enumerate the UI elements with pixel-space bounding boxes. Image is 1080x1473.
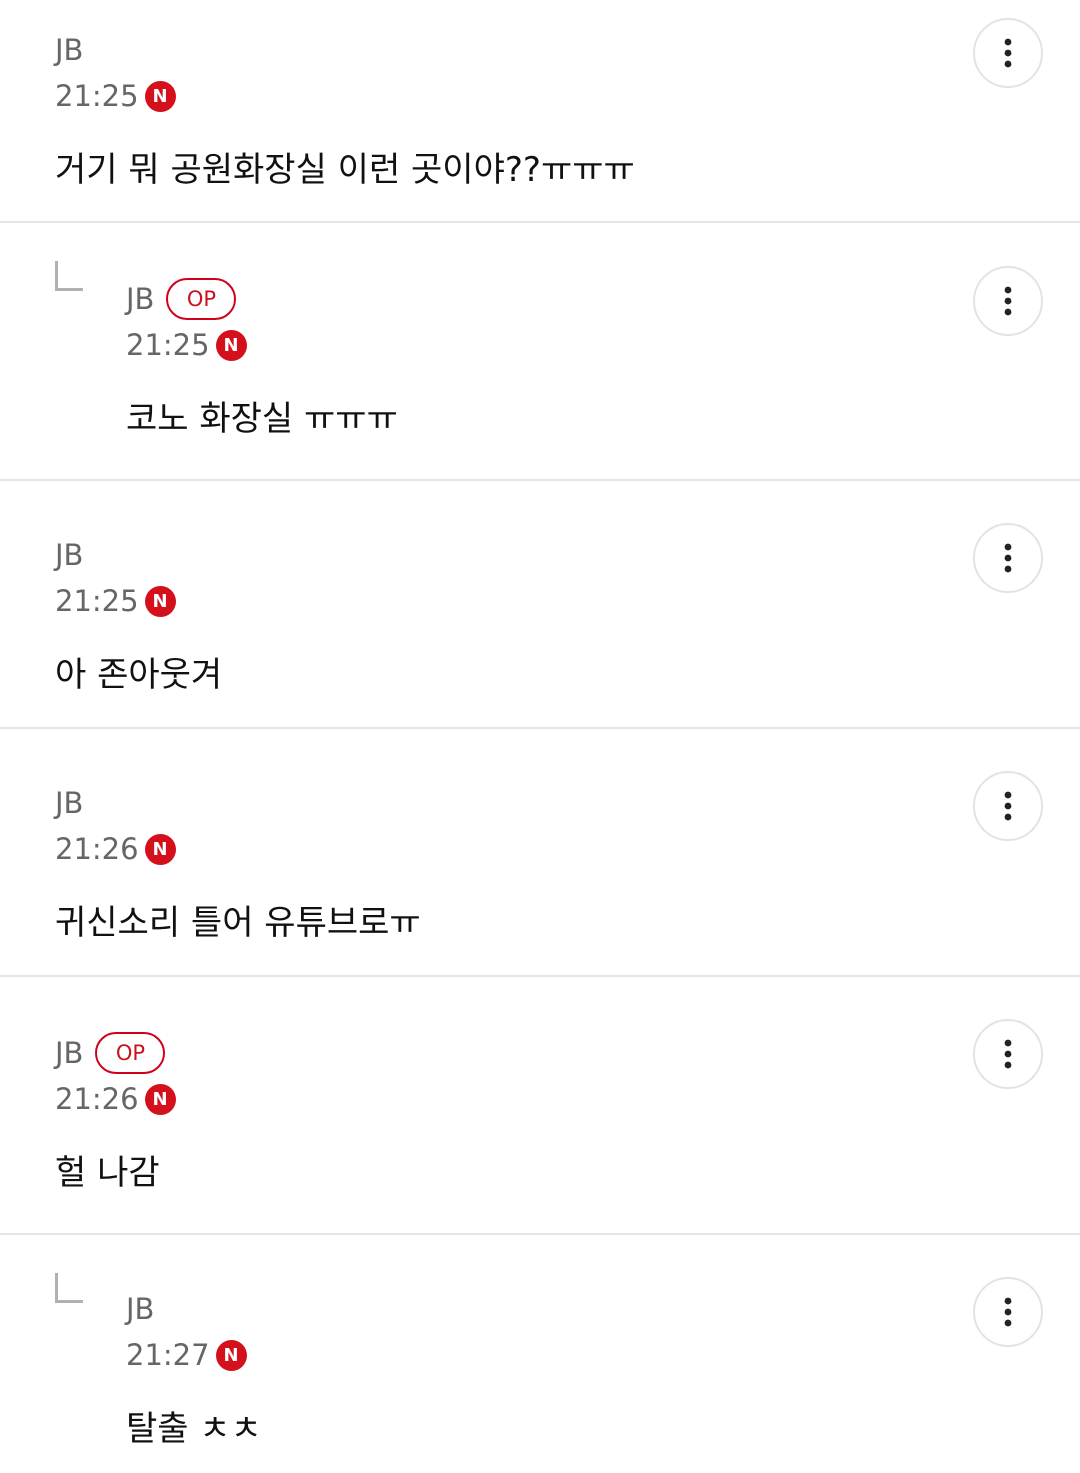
comment-author[interactable]: JB <box>126 279 154 319</box>
comment-text: 귀신소리 틀어 유튜브로ㅠ <box>55 903 421 943</box>
comment-time: 21:26 <box>55 1082 139 1116</box>
comment-time: 21:27 <box>126 1338 210 1372</box>
comment-time: 21:25 <box>55 584 139 618</box>
reply-corner-icon <box>55 261 83 291</box>
op-badge: OP <box>166 278 237 320</box>
more-vertical-icon <box>1004 38 1012 68</box>
reply-comment-item: JB 21:27 N 탈출 ㅊㅊ <box>0 1235 1080 1473</box>
more-options-button[interactable] <box>973 1277 1043 1347</box>
comment-author[interactable]: JB <box>55 1033 83 1073</box>
new-badge-icon: N <box>144 80 176 112</box>
comment-text: 거기 뭐 공원화장실 이런 곳이야??ㅠㅠㅠ <box>55 150 635 190</box>
more-vertical-icon <box>1004 1297 1012 1327</box>
new-badge-icon: N <box>144 585 176 617</box>
author-row: JB OP <box>55 1032 176 1074</box>
comment-text: 코노 화장실 ㅠㅠㅠ <box>126 399 398 439</box>
reply-comment-item: JB OP 21:25 N 코노 화장실 ㅠㅠㅠ <box>0 223 1080 481</box>
comment-list: JB 21:25 N 거기 뭐 공원화장실 이런 곳이야??ㅠㅠㅠ JB OP <box>0 0 1080 1473</box>
comment-item: JB 21:26 N 귀신소리 틀어 유튜브로ㅠ <box>0 729 1080 977</box>
time-row: 21:26 N <box>55 825 421 873</box>
more-vertical-icon <box>1004 543 1012 573</box>
more-options-button[interactable] <box>973 266 1043 336</box>
comment-content: JB 21:26 N 귀신소리 틀어 유튜브로ㅠ <box>55 783 421 944</box>
comment-content: JB OP 21:26 N 헐 나감 <box>55 1032 176 1194</box>
comment-text: 탈출 ㅊㅊ <box>126 1409 262 1449</box>
time-row: 21:25 N <box>126 321 398 369</box>
new-badge-icon: N <box>144 833 176 865</box>
comment-text: 헐 나감 <box>55 1153 160 1193</box>
more-options-button[interactable] <box>973 1019 1043 1089</box>
time-row: 21:25 N <box>55 577 222 625</box>
new-badge-icon: N <box>144 1083 176 1115</box>
time-row: 21:26 N <box>55 1075 176 1123</box>
new-badge-icon: N <box>215 1339 247 1371</box>
comment-time: 21:26 <box>55 832 139 866</box>
new-badge-icon: N <box>215 329 247 361</box>
comment-content: JB 21:27 N 탈출 ㅊㅊ <box>126 1289 262 1450</box>
comment-item: JB OP 21:26 N 헐 나감 <box>0 977 1080 1235</box>
more-options-button[interactable] <box>973 771 1043 841</box>
comment-item: JB 21:25 N 거기 뭐 공원화장실 이런 곳이야??ㅠㅠㅠ <box>0 0 1080 223</box>
time-row: 21:25 N <box>55 72 635 120</box>
comment-time: 21:25 <box>126 328 210 362</box>
comment-content: JB 21:25 N 아 존아웃겨 <box>55 535 222 696</box>
time-row: 21:27 N <box>126 1331 262 1379</box>
comment-time: 21:25 <box>55 79 139 113</box>
more-vertical-icon <box>1004 286 1012 316</box>
comment-content: JB OP 21:25 N 코노 화장실 ㅠㅠㅠ <box>126 278 398 440</box>
comment-author[interactable]: JB <box>55 30 83 70</box>
author-row: JB OP <box>126 278 398 320</box>
author-row: JB <box>55 535 222 575</box>
more-options-button[interactable] <box>973 18 1043 88</box>
more-options-button[interactable] <box>973 523 1043 593</box>
more-vertical-icon <box>1004 791 1012 821</box>
comment-item: JB 21:25 N 아 존아웃겨 <box>0 481 1080 729</box>
comment-content: JB 21:25 N 거기 뭐 공원화장실 이런 곳이야??ㅠㅠㅠ <box>55 30 635 191</box>
author-row: JB <box>55 783 421 823</box>
reply-corner-icon <box>55 1273 83 1303</box>
comment-author[interactable]: JB <box>55 535 83 575</box>
comment-text: 아 존아웃겨 <box>55 655 223 695</box>
author-row: JB <box>126 1289 262 1329</box>
comment-author[interactable]: JB <box>126 1289 154 1329</box>
comment-author[interactable]: JB <box>55 783 83 823</box>
author-row: JB <box>55 30 635 70</box>
op-badge: OP <box>95 1032 166 1074</box>
more-vertical-icon <box>1004 1039 1012 1069</box>
